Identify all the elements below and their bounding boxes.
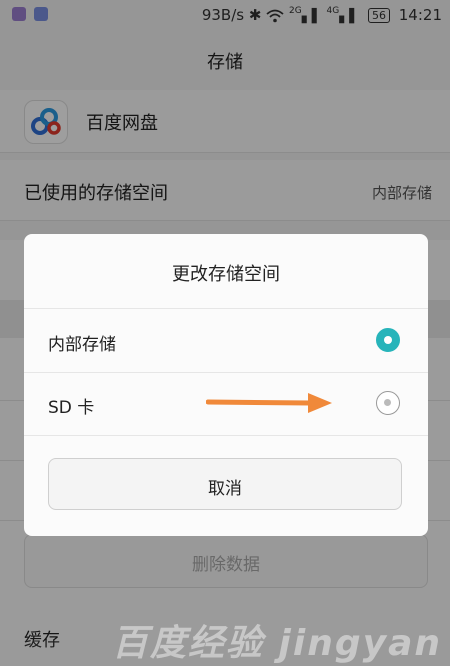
cancel-button[interactable]: 取消 [48, 458, 402, 510]
change-storage-dialog: 更改存储空间 内部存储 SD 卡 取消 [24, 234, 428, 536]
cancel-label: 取消 [208, 479, 242, 499]
watermark: 百度经验 jingyan [112, 623, 443, 664]
dialog-title: 更改存储空间 [172, 264, 280, 285]
dialog-divider [24, 435, 428, 436]
option-label: 内部存储 [48, 335, 116, 355]
dialog-divider [24, 308, 428, 309]
radio-unselected-icon[interactable] [376, 391, 400, 415]
annotation-arrow-icon [206, 393, 332, 413]
option-internal-storage[interactable]: 内部存储 [24, 310, 428, 372]
option-label: SD 卡 [48, 398, 95, 418]
radio-selected-icon[interactable] [376, 328, 400, 352]
